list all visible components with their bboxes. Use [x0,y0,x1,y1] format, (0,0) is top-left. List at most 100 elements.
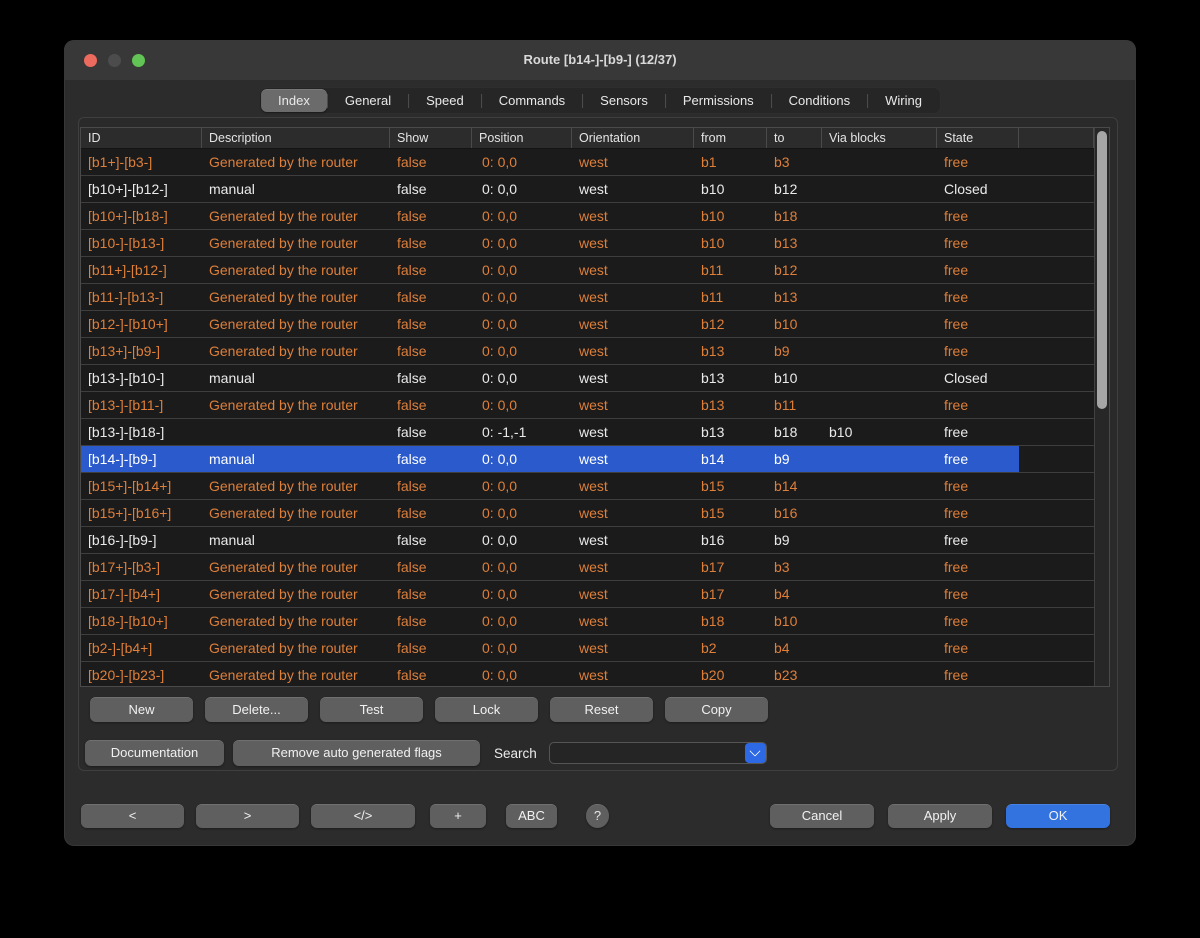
cell-show: false [390,230,472,256]
chevron-down-icon[interactable] [745,743,766,763]
cell-orientation: west [572,446,694,472]
table-row[interactable]: [b17+]-[b3-]Generated by the routerfalse… [81,554,1094,581]
column-header[interactable]: State [937,128,1019,148]
prev-button[interactable]: < [81,804,184,828]
tab-conditions[interactable]: Conditions [772,89,867,112]
cell-show: false [390,149,472,175]
apply-button[interactable]: Apply [888,804,992,828]
cell-description: Generated by the router [202,149,390,175]
table-row[interactable]: [b13-]-[b10-]manualfalse0: 0,0westb13b10… [81,365,1094,392]
tab-speed[interactable]: Speed [409,89,481,112]
tab-permissions[interactable]: Permissions [666,89,771,112]
vertical-scrollbar[interactable] [1094,128,1109,686]
column-header[interactable]: Via blocks [822,128,937,148]
cell-orientation: west [572,257,694,283]
table-row[interactable]: [b10+]-[b18-]Generated by the routerfals… [81,203,1094,230]
cell-description: Generated by the router [202,473,390,499]
table-row[interactable]: [b16-]-[b9-]manualfalse0: 0,0westb16b9fr… [81,527,1094,554]
table-row[interactable]: [b12-]-[b10+]Generated by the routerfals… [81,311,1094,338]
remove-flags-button[interactable]: Remove auto generated flags [233,740,480,766]
table-row[interactable]: [b15+]-[b14+]Generated by the routerfals… [81,473,1094,500]
table-row[interactable]: [b10+]-[b12-]manualfalse0: 0,0westb10b12… [81,176,1094,203]
next-button[interactable]: > [196,804,299,828]
minimize-button[interactable] [108,54,121,67]
cell-state: free [937,230,1019,256]
column-header[interactable]: to [767,128,822,148]
cell-orientation: west [572,392,694,418]
table-row[interactable]: [b11-]-[b13-]Generated by the routerfals… [81,284,1094,311]
table-row[interactable]: [b17-]-[b4+]Generated by the routerfalse… [81,581,1094,608]
tab-sensors[interactable]: Sensors [583,89,665,112]
cell-orientation: west [572,365,694,391]
search-combobox[interactable] [549,742,767,764]
cell-state: free [937,203,1019,229]
abc-button[interactable]: ABC [506,804,557,828]
cell-state: free [937,338,1019,364]
cell-description: Generated by the router [202,338,390,364]
copy-button[interactable]: Copy [665,697,768,722]
column-header[interactable]: from [694,128,767,148]
table-row[interactable]: [b13-]-[b18-]false0: -1,-1westb13b18b10f… [81,419,1094,446]
table-row[interactable]: [b20-]-[b23-]Generated by the routerfals… [81,662,1094,687]
cancel-button[interactable]: Cancel [770,804,874,828]
cell-state: free [937,473,1019,499]
tab-wiring[interactable]: Wiring [868,89,939,112]
test-button[interactable]: Test [320,697,423,722]
scrollbar-thumb[interactable] [1097,131,1107,409]
column-header[interactable] [1019,128,1094,148]
cell-to: b23 [767,662,822,687]
cell-via [822,527,937,553]
cell-description [202,419,390,445]
cell-to: b14 [767,473,822,499]
add-button[interactable]: + [430,804,486,828]
cell-orientation: west [572,635,694,661]
zoom-button[interactable] [132,54,145,67]
ok-button[interactable]: OK [1006,804,1110,828]
table-row[interactable]: [b13-]-[b11-]Generated by the routerfals… [81,392,1094,419]
table-row[interactable]: [b1+]-[b3-]Generated by the routerfalse0… [81,149,1094,176]
table-row[interactable]: [b15+]-[b16+]Generated by the routerfals… [81,500,1094,527]
delete-button[interactable]: Delete... [205,697,308,722]
routes-table[interactable]: IDDescriptionShowPositionOrientationfrom… [80,127,1110,687]
column-header[interactable]: Position [472,128,572,148]
reset-button[interactable]: Reset [550,697,653,722]
column-header[interactable]: Description [202,128,390,148]
table-row[interactable]: [b18-]-[b10+]Generated by the routerfals… [81,608,1094,635]
cell-from: b13 [694,338,767,364]
cell-id: [b1+]-[b3-] [81,149,202,175]
documentation-button[interactable]: Documentation [85,740,224,766]
help-button[interactable]: ? [586,804,609,828]
cell-description: Generated by the router [202,230,390,256]
table-row[interactable]: [b10-]-[b13-]Generated by the routerfals… [81,230,1094,257]
titlebar[interactable]: Route [b14-]-[b9-] (12/37) [64,40,1136,80]
table-row[interactable]: [b11+]-[b12-]Generated by the routerfals… [81,257,1094,284]
cell-state: Closed [937,365,1019,391]
cell-show: false [390,365,472,391]
cell-from: b10 [694,203,767,229]
close-button[interactable] [84,54,97,67]
cell-id: [b17+]-[b3-] [81,554,202,580]
table-row[interactable]: [b13+]-[b9-]Generated by the routerfalse… [81,338,1094,365]
table-row[interactable]: [b14-]-[b9-]manualfalse0: 0,0westb14b9fr… [81,446,1094,473]
lock-button[interactable]: Lock [435,697,538,722]
cell-id: [b13-]-[b18-] [81,419,202,445]
cell-filler [1019,284,1094,310]
tab-index[interactable]: Index [261,89,327,112]
cell-position: 0: 0,0 [472,581,572,607]
column-header[interactable]: Orientation [572,128,694,148]
code-button[interactable]: </> [311,804,415,828]
cell-id: [b15+]-[b14+] [81,473,202,499]
cell-description: Generated by the router [202,608,390,634]
cell-orientation: west [572,230,694,256]
cell-filler [1019,500,1094,526]
cell-orientation: west [572,284,694,310]
cell-show: false [390,500,472,526]
tab-commands[interactable]: Commands [482,89,582,112]
table-row[interactable]: [b2-]-[b4+]Generated by the routerfalse0… [81,635,1094,662]
new-button[interactable]: New [90,697,193,722]
tab-general[interactable]: General [328,89,408,112]
cell-position: 0: 0,0 [472,203,572,229]
column-header[interactable]: Show [390,128,472,148]
cell-position: 0: 0,0 [472,662,572,687]
column-header[interactable]: ID [81,128,202,148]
